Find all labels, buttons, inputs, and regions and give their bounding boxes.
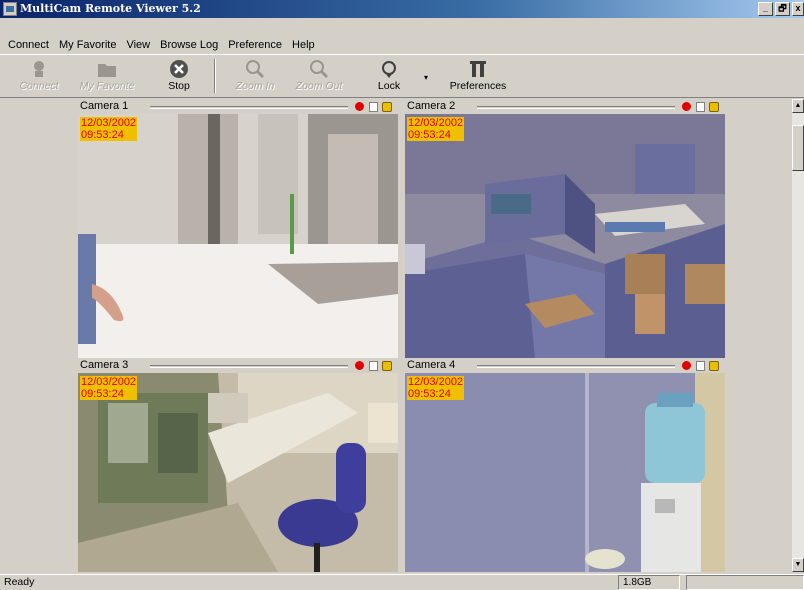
status-bar: Ready 1.8GB — [0, 574, 804, 590]
connect-button[interactable]: Connect — [10, 57, 68, 95]
camera-header: Camera 4 — [405, 359, 725, 373]
menu-connect[interactable]: Connect — [3, 39, 54, 51]
menu-bar: Connect My Favorite View Browse Log Pref… — [0, 36, 804, 54]
lock-icon — [382, 61, 396, 78]
record-icon[interactable] — [355, 361, 364, 370]
osd-time: 09:53:24 — [81, 388, 124, 400]
zoom-in-label: Zoom In — [235, 80, 275, 92]
record-icon[interactable] — [355, 102, 364, 111]
snapshot-icon[interactable] — [696, 361, 705, 371]
close-button[interactable]: x — [792, 2, 804, 16]
camera-header-line — [150, 365, 348, 368]
menu-help[interactable]: Help — [287, 39, 320, 51]
camera-panel-2[interactable]: Camera 2 12/03/2002 09:53:24 — [405, 100, 725, 358]
disk-space-indicator: 1.8GB — [618, 575, 680, 590]
camera-panel-4[interactable]: Camera 4 12/03/2002 09:53:24 — [405, 359, 725, 572]
stop-button[interactable]: Stop — [150, 57, 208, 95]
stop-label: Stop — [168, 80, 190, 92]
camera-grid: Camera 1 12/03/2002 09:53:24 Camera 2 12… — [0, 99, 792, 572]
toolbar: Connect My Favorite Stop Zoom In Zoom Ou… — [0, 54, 804, 98]
osd-date: 12/03/2002 — [408, 117, 464, 129]
osd-date: 12/03/2002 — [81, 376, 137, 388]
camera-header-line — [477, 365, 675, 368]
menu-browse-log[interactable]: Browse Log — [155, 39, 223, 51]
camera-label: Camera 3 — [80, 359, 129, 371]
camera-header-line — [150, 106, 348, 109]
zoom-in-button[interactable]: Zoom In — [226, 57, 284, 95]
tools-icon — [470, 61, 486, 77]
snapshot-icon[interactable] — [696, 102, 705, 112]
vertical-scrollbar[interactable]: ▲ ▼ — [792, 99, 804, 572]
scroll-thumb[interactable] — [792, 125, 804, 171]
my-favorite-button[interactable]: My Favorite — [78, 57, 136, 95]
folder-icon — [98, 64, 116, 77]
stop-icon — [170, 60, 188, 78]
camera-feed-image — [78, 373, 398, 572]
osd-time: 09:53:24 — [408, 388, 451, 400]
lock-label: Lock — [377, 80, 401, 92]
audio-icon[interactable] — [382, 361, 392, 371]
snapshot-icon[interactable] — [369, 361, 378, 371]
lock-dropdown-arrow-icon[interactable]: ▾ — [424, 73, 434, 83]
camera-header: Camera 3 — [78, 359, 398, 373]
camera-header: Camera 1 — [78, 100, 398, 114]
zoom-out-label: Zoom Out — [295, 80, 343, 92]
connect-label: Connect — [19, 80, 59, 92]
camera-label: Camera 1 — [80, 100, 129, 112]
maximize-button[interactable]: 🗗 — [775, 2, 790, 16]
osd-date: 12/03/2002 — [81, 117, 137, 129]
record-icon[interactable] — [682, 361, 691, 370]
osd-date: 12/03/2002 — [408, 376, 464, 388]
camera-label: Camera 2 — [407, 100, 456, 112]
preferences-button[interactable]: Preferences — [442, 57, 514, 95]
camera-view[interactable]: 12/03/2002 09:53:24 — [78, 114, 398, 358]
window-title: MultiCam Remote Viewer 5.2 — [20, 2, 201, 15]
status-text: Ready — [4, 576, 35, 588]
camera-view[interactable]: 12/03/2002 09:53:24 — [405, 373, 725, 572]
app-window: MultiCam Remote Viewer 5.2 _ 🗗 x Connect… — [0, 0, 804, 590]
camera-header: Camera 2 — [405, 100, 725, 114]
menu-preference[interactable]: Preference — [223, 39, 287, 51]
scroll-up-arrow-icon[interactable]: ▲ — [792, 99, 804, 113]
zoom-out-button[interactable]: Zoom Out — [290, 57, 348, 95]
toolbar-separator — [214, 59, 216, 93]
snapshot-icon[interactable] — [369, 102, 378, 112]
camera-header-line — [477, 106, 675, 109]
audio-icon[interactable] — [709, 102, 719, 112]
camera-panel-1[interactable]: Camera 1 12/03/2002 09:53:24 — [78, 100, 398, 358]
timestamp-overlay: 12/03/2002 09:53:24 — [80, 376, 138, 400]
osd-time: 09:53:24 — [408, 129, 451, 141]
zoom-in-icon — [246, 60, 265, 79]
status-pane — [686, 575, 804, 590]
camera-feed-image — [405, 373, 725, 572]
scroll-down-arrow-icon[interactable]: ▼ — [792, 558, 804, 572]
timestamp-overlay: 12/03/2002 09:53:24 — [407, 376, 465, 400]
lock-button[interactable]: Lock — [360, 57, 418, 95]
app-icon[interactable] — [3, 2, 17, 16]
menu-my-favorite[interactable]: My Favorite — [54, 39, 121, 51]
title-bar[interactable]: MultiCam Remote Viewer 5.2 _ 🗗 x — [0, 0, 804, 18]
zoom-out-icon — [310, 60, 329, 79]
audio-icon[interactable] — [709, 361, 719, 371]
timestamp-overlay: 12/03/2002 09:53:24 — [80, 117, 138, 141]
preferences-label: Preferences — [449, 80, 507, 92]
camera-feed-image — [78, 114, 398, 358]
my-favorite-label: My Favorite — [79, 80, 135, 92]
record-icon[interactable] — [682, 102, 691, 111]
osd-time: 09:53:24 — [81, 129, 124, 141]
audio-icon[interactable] — [382, 102, 392, 112]
minimize-button[interactable]: _ — [758, 2, 773, 16]
camera-view[interactable]: 12/03/2002 09:53:24 — [78, 373, 398, 572]
camera-panel-3[interactable]: Camera 3 12/03/2002 09:53:24 — [78, 359, 398, 572]
camera-view[interactable]: 12/03/2002 09:53:24 — [405, 114, 725, 358]
camera-feed-image — [405, 114, 725, 358]
timestamp-overlay: 12/03/2002 09:53:24 — [407, 117, 465, 141]
connect-icon — [34, 61, 44, 77]
camera-label: Camera 4 — [407, 359, 456, 371]
menu-view[interactable]: View — [121, 39, 155, 51]
